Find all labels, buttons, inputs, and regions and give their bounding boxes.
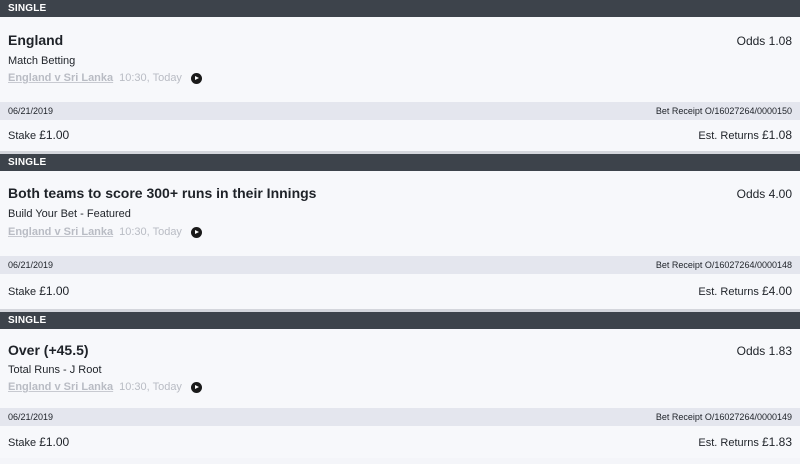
receipt-number: O/16027264/0000148 [704, 260, 792, 270]
est-returns: Est. Returns £1.08 [698, 120, 792, 152]
stake-amount: £1.00 [39, 435, 70, 449]
bet-receipt: Bet Receipt O/16027264/0000148 [656, 256, 792, 274]
market-name: Match Betting [8, 55, 76, 67]
bet-type-header: SINGLE [0, 312, 800, 329]
event-link[interactable]: England v Sri Lanka [8, 226, 113, 238]
bet-receipt-list: SINGLE England Odds 1.08 Match Betting E… [0, 0, 800, 458]
receipt-number: O/16027264/0000149 [704, 412, 792, 422]
bet-receipt: Bet Receipt O/16027264/0000150 [656, 102, 792, 120]
stake: Stake £1.00 [8, 120, 69, 152]
event-link[interactable]: England v Sri Lanka [8, 381, 113, 393]
est-returns: Est. Returns £1.83 [698, 426, 792, 459]
receipt-number: O/16027264/0000150 [704, 106, 792, 116]
bet-type-header: SINGLE [0, 0, 800, 17]
returns-label: Est. Returns [698, 286, 759, 298]
market-name: Build Your Bet - Featured [8, 208, 131, 220]
odds-value: 4.00 [768, 187, 792, 201]
bet-details: Both teams to score 300+ runs in their I… [0, 171, 800, 256]
bet-date: 06/21/2019 [8, 412, 54, 422]
event-time: 10:30, Today [119, 226, 182, 238]
bet-details: England Odds 1.08 Match Betting England … [0, 17, 800, 102]
bet-date: 06/21/2019 [8, 260, 54, 270]
odds-value: 1.83 [768, 344, 792, 358]
stake-row: Stake £1.00 Est. Returns £1.83 [0, 426, 800, 458]
event-time: 10:30, Today [119, 72, 182, 84]
returns-label: Est. Returns [698, 437, 759, 449]
returns-amount: £1.08 [761, 128, 792, 142]
play-icon[interactable] [190, 381, 202, 393]
returns-label: Est. Returns [698, 130, 759, 142]
odds-label: Odds [736, 34, 766, 48]
odds: Odds 1.83 [737, 344, 792, 358]
selection-name: Both teams to score 300+ runs in their I… [8, 185, 317, 201]
returns-amount: £4.00 [761, 284, 792, 298]
stake-label: Stake [8, 130, 37, 142]
event-row: England v Sri Lanka 10:30, Today [8, 72, 202, 84]
event-row: England v Sri Lanka 10:30, Today [8, 381, 202, 393]
bet-card: SINGLE Both teams to score 300+ runs in … [0, 154, 800, 309]
selection-name: Over (+45.5) [8, 342, 89, 358]
receipt-label: Bet Receipt [655, 412, 703, 422]
est-returns: Est. Returns £4.00 [698, 274, 792, 310]
bet-details: Over (+45.5) Odds 1.83 Total Runs - J Ro… [0, 329, 800, 408]
bet-card: SINGLE Over (+45.5) Odds 1.83 Total Runs… [0, 312, 800, 458]
play-icon[interactable] [190, 226, 202, 238]
event-row: England v Sri Lanka 10:30, Today [8, 226, 202, 238]
market-name: Total Runs - J Root [8, 364, 102, 376]
receipt-row: 06/21/2019 Bet Receipt O/16027264/000015… [0, 102, 800, 120]
selection-name: England [8, 32, 64, 48]
receipt-label: Bet Receipt [655, 106, 703, 116]
stake-label: Stake [8, 286, 37, 298]
bet-receipt: Bet Receipt O/16027264/0000149 [656, 408, 792, 426]
stake-amount: £1.00 [39, 284, 70, 298]
stake: Stake £1.00 [8, 426, 69, 459]
bet-card: SINGLE England Odds 1.08 Match Betting E… [0, 0, 800, 151]
play-icon[interactable] [190, 72, 202, 84]
odds: Odds 1.08 [737, 34, 792, 48]
stake-amount: £1.00 [39, 128, 70, 142]
odds-value: 1.08 [768, 34, 792, 48]
event-time: 10:30, Today [119, 381, 182, 393]
bet-date: 06/21/2019 [8, 106, 54, 116]
bet-type-header: SINGLE [0, 154, 800, 171]
stake-label: Stake [8, 437, 37, 449]
receipt-row: 06/21/2019 Bet Receipt O/16027264/000014… [0, 256, 800, 274]
odds-label: Odds [736, 344, 766, 358]
stake-row: Stake £1.00 Est. Returns £4.00 [0, 274, 800, 309]
odds: Odds 4.00 [737, 187, 792, 201]
odds-label: Odds [736, 187, 766, 201]
returns-amount: £1.83 [761, 435, 792, 449]
receipt-label: Bet Receipt [655, 260, 703, 270]
receipt-row: 06/21/2019 Bet Receipt O/16027264/000014… [0, 408, 800, 426]
stake: Stake £1.00 [8, 274, 69, 310]
event-link[interactable]: England v Sri Lanka [8, 72, 113, 84]
stake-row: Stake £1.00 Est. Returns £1.08 [0, 120, 800, 151]
